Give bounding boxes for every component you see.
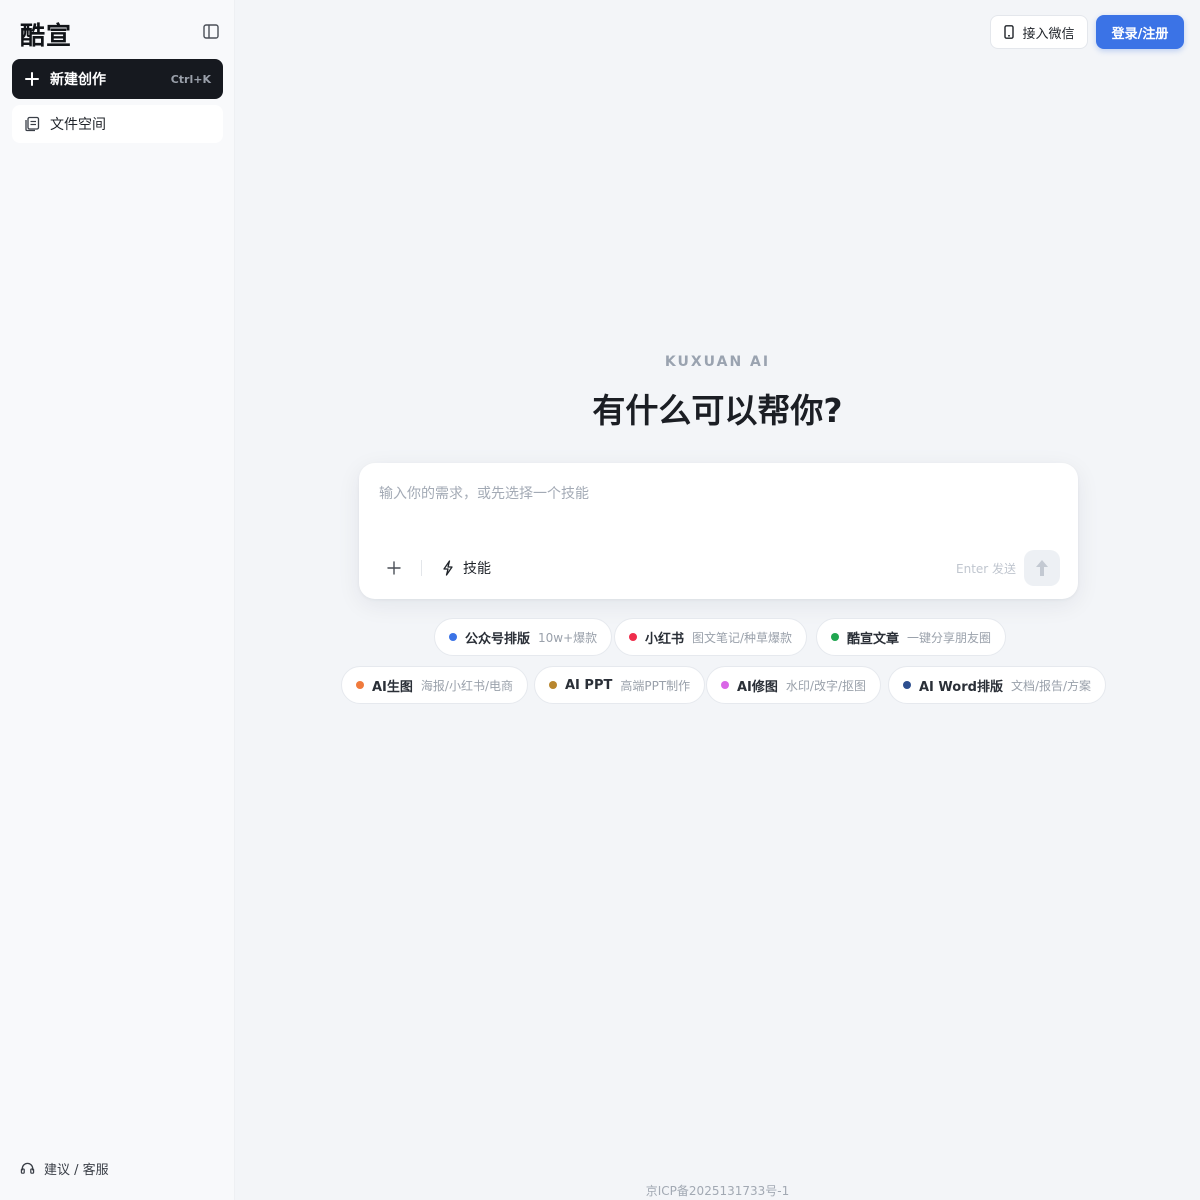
chip-kuxuan-article[interactable]: 酷宣文章 一键分享朋友圈 [816, 618, 1007, 656]
chip-xiaohongshu[interactable]: 小红书 图文笔记/种草爆款 [614, 618, 808, 656]
icp-footer: 京ICP备2025131733号-1 [645, 1184, 790, 1198]
skill-button[interactable]: 技能 [441, 557, 491, 579]
sidebar-toggle-button[interactable] [200, 20, 222, 42]
send-button[interactable] [1024, 550, 1060, 586]
chip-subtitle: 高端PPT制作 [620, 678, 691, 693]
brand-logo: 酷宣 [20, 21, 73, 50]
files-icon [25, 116, 40, 132]
chip-subtitle: 水印/改字/抠图 [785, 678, 866, 693]
phone-icon [1004, 25, 1015, 39]
headset-icon [20, 1162, 35, 1174]
eyebrow-text: KUXUAN AI [664, 354, 771, 370]
chip-subtitle: 一键分享朋友圈 [907, 630, 992, 645]
login-register-button[interactable]: 登录/注册 [1096, 15, 1184, 49]
chip-dot [356, 681, 364, 689]
chip-subtitle: 文档/报告/方案 [1010, 678, 1092, 693]
chip-ai-image[interactable]: AI生图 海报/小红书/电商 [341, 666, 528, 704]
chip-dot [549, 681, 557, 689]
composer-box: 技能 Enter 发送 [359, 463, 1078, 599]
chip-ai-ppt[interactable]: AI PPT 高端PPT制作 [534, 666, 706, 704]
chip-title: AI修图 [737, 679, 778, 695]
chip-title: AI生图 [372, 679, 413, 695]
send-hint: Enter 发送 [956, 562, 1017, 576]
chip-dot [721, 681, 729, 689]
connect-wechat-label: 接入微信 [1022, 26, 1075, 42]
page-title: 有什么可以帮你? [592, 391, 843, 430]
prompt-input[interactable] [379, 483, 1059, 533]
chip-title: AI PPT [565, 677, 613, 693]
sidebar: 酷宣 新建创作 Ctrl+K 文件空间 建议 / 客服 [0, 0, 235, 1200]
chip-subtitle: 10w+爆款 [538, 630, 598, 645]
chip-dot [629, 633, 637, 641]
chip-ai-retouch[interactable]: AI修图 水印/改字/抠图 [706, 666, 881, 704]
sidebar-toggle-icon [203, 23, 219, 39]
chip-title: 小红书 [645, 631, 685, 647]
chip-dot [903, 681, 911, 689]
new-creation-button[interactable]: 新建创作 Ctrl+K [12, 59, 223, 99]
skill-label: 技能 [463, 561, 491, 577]
chip-dot [831, 633, 839, 641]
chip-title: 公众号排版 [465, 631, 531, 647]
file-space-button[interactable]: 文件空间 [12, 105, 223, 143]
chip-subtitle: 图文笔记/种草爆款 [692, 630, 793, 645]
connect-wechat-button[interactable]: 接入微信 [990, 15, 1088, 49]
chip-dot [449, 633, 457, 641]
plus-icon [387, 561, 401, 575]
file-space-label: 文件空间 [50, 117, 106, 133]
new-creation-label: 新建创作 [50, 72, 106, 88]
shortcut-hint: Ctrl+K [170, 72, 211, 86]
chip-title: 酷宣文章 [847, 631, 900, 647]
lightning-icon [443, 560, 453, 576]
feedback-link[interactable]: 建议 / 客服 [20, 1158, 109, 1178]
chip-wechat-layout[interactable]: 公众号排版 10w+爆款 [434, 618, 613, 656]
feedback-label: 建议 / 客服 [44, 1162, 109, 1178]
chip-subtitle: 海报/小红书/电商 [420, 678, 513, 693]
toolbar-divider [421, 560, 422, 576]
plus-icon [25, 72, 39, 86]
chip-ai-word[interactable]: AI Word排版 文档/报告/方案 [888, 666, 1107, 704]
arrow-up-icon [1036, 560, 1048, 576]
attach-button[interactable] [383, 557, 405, 579]
chip-title: AI Word排版 [919, 679, 1003, 695]
